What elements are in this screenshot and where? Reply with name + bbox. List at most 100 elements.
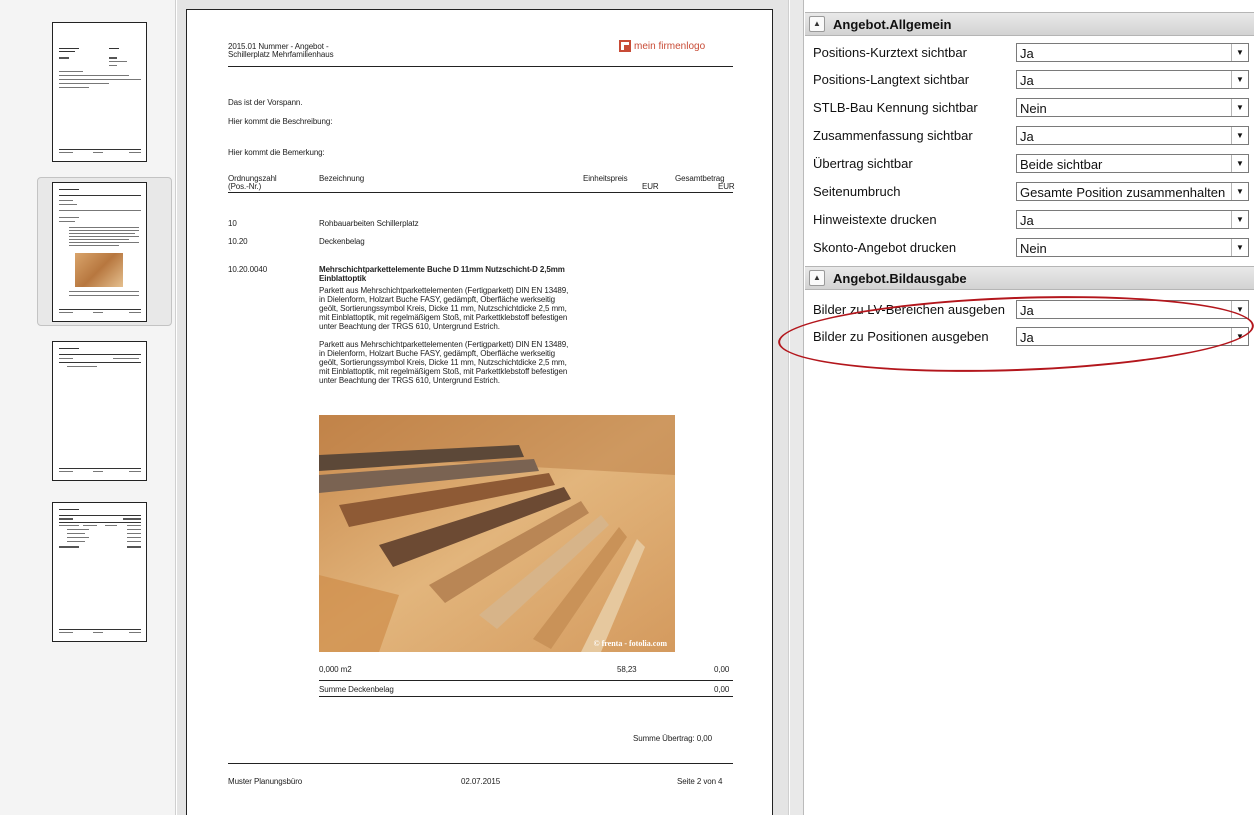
select-value: Beide sichtbar <box>1020 157 1103 172</box>
stlb-select[interactable]: Nein ▼ <box>1016 98 1249 117</box>
header-divider <box>228 66 733 67</box>
bemerkung-text: Hier kommt die Bemerkung: <box>228 148 325 157</box>
page-thumbnail-1[interactable] <box>52 22 147 162</box>
col-bezeichnung-header: Bezeichnung <box>319 174 365 183</box>
property-label: Positions-Kurztext sichtbar <box>813 45 967 60</box>
select-value: Ja <box>1020 129 1034 144</box>
sum-underline <box>319 696 733 697</box>
section-title-allgemein: Angebot.Allgemein <box>833 16 952 32</box>
footer-page-number: Seite 2 von 4 <box>677 777 723 786</box>
dropdown-arrow-icon[interactable]: ▼ <box>1231 155 1248 172</box>
seitenumbruch-select[interactable]: Gesamte Position zusammenhalten ▼ <box>1016 182 1249 201</box>
property-label: Bilder zu Positionen ausgeben <box>813 329 989 344</box>
property-row-zusammenfassung: Zusammenfassung sichtbar Ja ▼ <box>805 124 1254 148</box>
section-title-bildausgabe: Angebot.Bildausgabe <box>833 270 967 286</box>
beschreibung-text: Hier kommt die Beschreibung: <box>228 117 333 126</box>
dropdown-arrow-icon[interactable]: ▼ <box>1231 211 1248 228</box>
dropdown-arrow-icon[interactable]: ▼ <box>1231 328 1248 345</box>
page-thumbnail-2-selected[interactable] <box>37 177 172 326</box>
dropdown-arrow-icon[interactable]: ▼ <box>1231 301 1248 318</box>
col-ep-header-1: Einheitspreis <box>583 174 628 183</box>
zusammenfassung-select[interactable]: Ja ▼ <box>1016 126 1249 145</box>
property-label: Positions-Langtext sichtbar <box>813 72 970 87</box>
row-text-10-20: Deckenbelag <box>319 237 365 246</box>
position-qty: 0,000 m2 <box>319 665 352 674</box>
property-label: Skonto-Angebot drucken <box>813 240 957 255</box>
kurztext-select[interactable]: Ja ▼ <box>1016 43 1249 62</box>
vorspann-text: Das ist der Vorspann. <box>228 98 303 107</box>
logo-icon <box>619 40 631 52</box>
bilder-lv-bereiche-select[interactable]: Ja ▼ <box>1016 300 1249 319</box>
property-label: Seitenumbruch <box>813 184 901 199</box>
position-unit-price: 58,23 <box>617 665 637 674</box>
langtext-select[interactable]: Ja ▼ <box>1016 70 1249 89</box>
row-oz-10-20: 10.20 <box>228 237 248 246</box>
select-value: Ja <box>1020 213 1034 228</box>
select-value: Gesamte Position zusammenhalten <box>1020 185 1226 200</box>
property-label: Zusammenfassung sichtbar <box>813 128 973 143</box>
select-value: Ja <box>1020 73 1034 88</box>
dropdown-arrow-icon[interactable]: ▼ <box>1231 99 1248 116</box>
col-oz-header-2: (Pos.-Nr.) <box>228 182 262 191</box>
position-longtext-a: Parkett aus Mehrschichtparkettelementen … <box>319 286 569 331</box>
select-value: Nein <box>1020 241 1047 256</box>
hinweistexte-select[interactable]: Ja ▼ <box>1016 210 1249 229</box>
select-value: Ja <box>1020 330 1034 345</box>
select-value: Nein <box>1020 101 1047 116</box>
select-value: Ja <box>1020 303 1034 318</box>
position-total: 0,00 <box>714 665 730 674</box>
position-title: Mehrschichtparkettelemente Buche D 11mm … <box>319 265 565 283</box>
report-designer-window: 2015.01 Nummer - Angebot - Schillerplatz… <box>0 0 1254 815</box>
page-thumbnail-3[interactable] <box>52 341 147 481</box>
dropdown-arrow-icon[interactable]: ▼ <box>1231 239 1248 256</box>
property-label: Übertrag sichtbar <box>813 156 913 171</box>
property-label: Hinweistexte drucken <box>813 212 937 227</box>
section-header-allgemein[interactable]: ▲ Angebot.Allgemein <box>805 12 1254 36</box>
page-thumbnail-4[interactable] <box>52 502 147 642</box>
table-header-divider <box>228 192 733 193</box>
row-oz-10: 10 <box>228 219 237 228</box>
page-preview-pane[interactable]: 2015.01 Nummer - Angebot - Schillerplatz… <box>177 0 789 815</box>
uebertrag-select[interactable]: Beide sichtbar ▼ <box>1016 154 1249 173</box>
property-row-bilder-lv-bereiche: Bilder zu LV-Bereichen ausgeben Ja ▼ <box>805 298 1254 322</box>
col-ep-header-2: EUR <box>642 182 659 191</box>
footer-divider <box>228 763 733 764</box>
footer-date: 02.07.2015 <box>461 777 501 786</box>
property-row-hinweistexte: Hinweistexte drucken Ja ▼ <box>805 208 1254 232</box>
carry-over-sum: Summe Übertrag: 0,00 <box>633 734 712 743</box>
logo-text: mein firmenlogo <box>634 40 706 52</box>
property-row-stlb: STLB-Bau Kennung sichtbar Nein ▼ <box>805 96 1254 120</box>
sum-divider <box>319 680 733 681</box>
property-row-langtext: Positions-Langtext sichtbar Ja ▼ <box>805 68 1254 92</box>
col-gb-header-2: EUR <box>718 182 735 191</box>
section-header-bildausgabe[interactable]: ▲ Angebot.Bildausgabe <box>805 266 1254 290</box>
company-logo: mein firmenlogo <box>619 39 705 53</box>
property-row-uebertrag: Übertrag sichtbar Beide sichtbar ▼ <box>805 152 1254 176</box>
bilder-positionen-select[interactable]: Ja ▼ <box>1016 327 1249 346</box>
document-page: 2015.01 Nummer - Angebot - Schillerplatz… <box>186 9 773 815</box>
sum-value: 0,00 <box>714 685 730 694</box>
dropdown-arrow-icon[interactable]: ▼ <box>1231 127 1248 144</box>
position-longtext-b: Parkett aus Mehrschichtparkettelementen … <box>319 340 569 385</box>
collapse-icon[interactable]: ▲ <box>809 16 825 32</box>
dropdown-arrow-icon[interactable]: ▼ <box>1231 183 1248 200</box>
property-row-seitenumbruch: Seitenumbruch Gesamte Position zusammenh… <box>805 180 1254 204</box>
property-panel: ▲ Angebot.Allgemein Positions-Kurztext s… <box>805 0 1254 815</box>
skonto-select[interactable]: Nein ▼ <box>1016 238 1249 257</box>
property-label: STLB-Bau Kennung sichtbar <box>813 100 978 115</box>
dropdown-arrow-icon[interactable]: ▼ <box>1231 44 1248 61</box>
footer-company: Muster Planungsbüro <box>228 777 303 786</box>
dropdown-arrow-icon[interactable]: ▼ <box>1231 71 1248 88</box>
row-text-10: Rohbauarbeiten Schillerplatz <box>319 219 419 228</box>
property-label: Bilder zu LV-Bereichen ausgeben <box>813 302 1005 317</box>
select-value: Ja <box>1020 46 1034 61</box>
property-row-skonto: Skonto-Angebot drucken Nein ▼ <box>805 236 1254 260</box>
pane-splitter[interactable] <box>790 0 804 815</box>
position-oz: 10.20.0040 <box>228 265 268 274</box>
parquet-photo: © frenta - fotolia.com <box>319 415 675 652</box>
page-thumbnail-strip <box>0 0 176 815</box>
sum-label: Summe Deckenbelag <box>319 685 394 694</box>
photo-credit: © frenta - fotolia.com <box>593 639 667 648</box>
property-row-bilder-positionen: Bilder zu Positionen ausgeben Ja ▼ <box>805 325 1254 349</box>
collapse-icon[interactable]: ▲ <box>809 270 825 286</box>
